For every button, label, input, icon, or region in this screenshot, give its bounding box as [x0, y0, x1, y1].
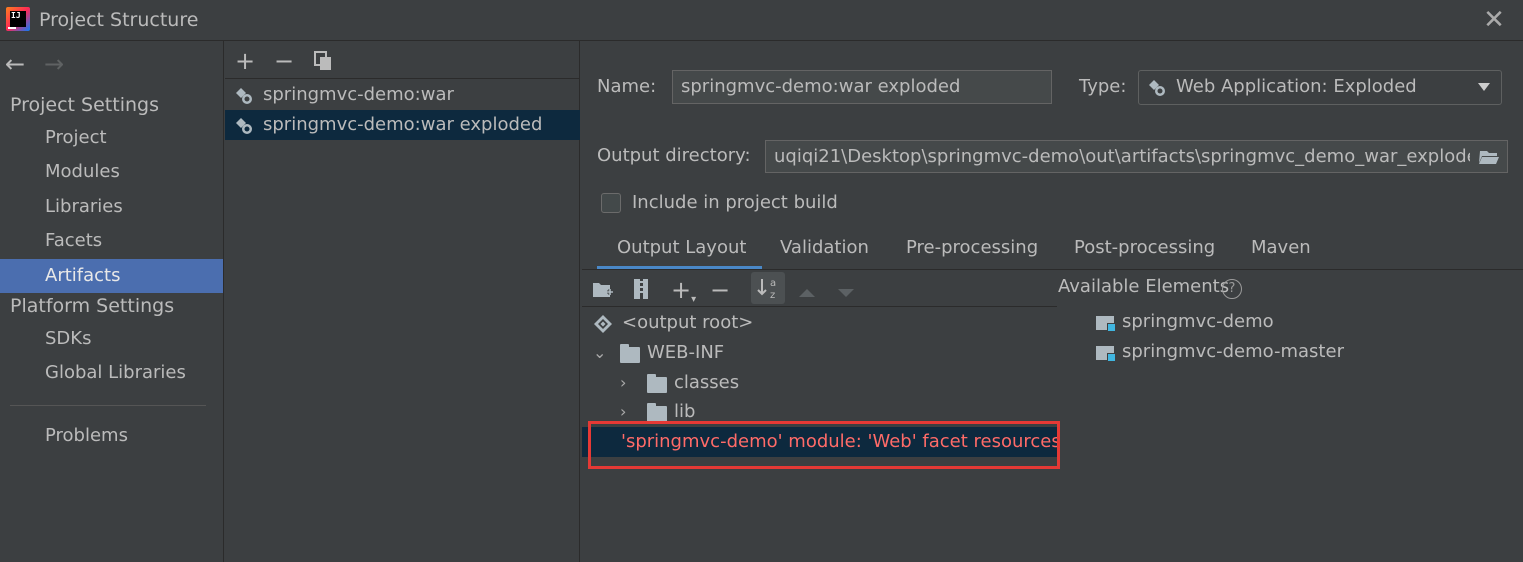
web-artifact-icon	[1149, 80, 1165, 96]
tree-label: classes	[674, 372, 740, 393]
chevron-right-icon: ›	[620, 402, 627, 421]
move-up-icon[interactable]	[797, 283, 817, 304]
svg-text:z: z	[770, 290, 775, 301]
available-item-label: springmvc-demo-master	[1122, 341, 1344, 362]
type-label: Type:	[1079, 76, 1127, 97]
intellij-app-icon: IJ	[6, 7, 30, 31]
archive-icon[interactable]	[632, 278, 650, 305]
output-directory-label: Output directory:	[597, 145, 751, 166]
artifact-label: springmvc-demo:war exploded	[263, 114, 543, 135]
tree-facet-resources[interactable]: 'springmvc-demo' module: 'Web' facet res…	[621, 427, 1061, 457]
folder-icon	[647, 403, 667, 422]
sort-alphabetically-button[interactable]: az	[751, 272, 785, 304]
web-artifact-icon	[236, 88, 252, 104]
output-root-icon	[594, 315, 612, 333]
browse-folder-button[interactable]	[1470, 140, 1508, 173]
module-icon	[1096, 344, 1116, 362]
type-value: Web Application: Exploded	[1176, 76, 1417, 97]
sort-icon: az	[757, 278, 776, 301]
tree-label: lib	[674, 401, 696, 422]
remove-icon[interactable]: −	[710, 276, 730, 304]
sidebar-item-problems[interactable]: Problems	[0, 419, 223, 453]
back-arrow-icon[interactable]: ←	[5, 50, 25, 78]
new-folder-icon[interactable]	[592, 280, 614, 305]
tab-post-processing[interactable]: Post-processing	[1074, 237, 1215, 258]
tab-maven[interactable]: Maven	[1251, 237, 1311, 258]
sidebar-divider	[10, 405, 206, 406]
tab-validation[interactable]: Validation	[780, 237, 869, 258]
tree-web-inf[interactable]: ⌄ WEB-INF	[593, 338, 724, 368]
tree-classes[interactable]: › classes	[620, 368, 739, 398]
window-title: Project Structure	[39, 9, 199, 31]
folder-open-icon	[1479, 151, 1499, 164]
tree-output-root[interactable]: <output root>	[593, 308, 753, 338]
move-down-icon[interactable]	[836, 283, 856, 304]
chevron-down-icon: ⌄	[593, 343, 607, 362]
platform-settings-header: Platform Settings	[10, 295, 175, 317]
available-item-label: springmvc-demo	[1122, 311, 1274, 332]
sidebar-item-modules[interactable]: Modules	[0, 155, 223, 189]
svg-text:a: a	[770, 278, 776, 289]
artifact-label: springmvc-demo:war	[263, 84, 454, 105]
available-elements-title: Available Elements	[1058, 276, 1230, 297]
copy-artifact-icon[interactable]	[314, 51, 332, 71]
module-icon	[1096, 314, 1116, 332]
name-label: Name:	[597, 76, 657, 97]
name-field[interactable]: springmvc-demo:war exploded	[672, 70, 1052, 104]
artifact-item-war[interactable]: springmvc-demo:war	[225, 80, 580, 110]
project-settings-header: Project Settings	[10, 94, 159, 116]
tabs-divider	[582, 269, 1523, 270]
include-in-build-checkbox[interactable]	[601, 193, 621, 213]
sidebar-item-libraries[interactable]: Libraries	[0, 190, 223, 224]
tab-pre-processing[interactable]: Pre-processing	[906, 237, 1038, 258]
available-item-springmvc-demo-master[interactable]: springmvc-demo-master	[1096, 337, 1344, 367]
web-artifact-icon	[236, 118, 252, 134]
close-icon[interactable]: ✕	[1480, 6, 1508, 34]
sidebar-item-facets[interactable]: Facets	[0, 224, 223, 258]
output-directory-field[interactable]: uqiqi21\Desktop\springmvc-demo\out\artif…	[765, 140, 1471, 173]
tab-output-layout[interactable]: Output Layout	[617, 237, 746, 258]
artifact-item-war-exploded[interactable]: springmvc-demo:war exploded	[225, 110, 580, 140]
add-dropdown-icon[interactable]: +▾	[671, 276, 696, 305]
forward-arrow-icon[interactable]: →	[44, 50, 64, 78]
tree-lib[interactable]: › lib	[620, 397, 695, 427]
tree-label: <output root>	[622, 312, 754, 333]
available-item-springmvc-demo[interactable]: springmvc-demo	[1096, 307, 1274, 337]
sidebar-item-project[interactable]: Project	[0, 121, 223, 155]
sidebar-item-artifacts[interactable]: Artifacts	[0, 259, 223, 293]
folder-icon	[647, 374, 667, 393]
remove-artifact-icon[interactable]: −	[274, 49, 294, 73]
title-bar	[0, 0, 1523, 41]
help-icon[interactable]: ?	[1222, 279, 1242, 299]
folder-icon	[620, 344, 640, 363]
sidebar-item-global-libraries[interactable]: Global Libraries	[0, 356, 223, 390]
include-in-build-label: Include in project build	[632, 192, 838, 213]
add-artifact-icon[interactable]: +	[235, 49, 255, 73]
tree-label: WEB-INF	[647, 342, 725, 363]
layout-toolbar-divider	[582, 306, 1057, 307]
chevron-down-icon	[1478, 83, 1490, 91]
chevron-right-icon: ›	[620, 373, 627, 392]
sidebar-item-sdks[interactable]: SDKs	[0, 322, 223, 356]
